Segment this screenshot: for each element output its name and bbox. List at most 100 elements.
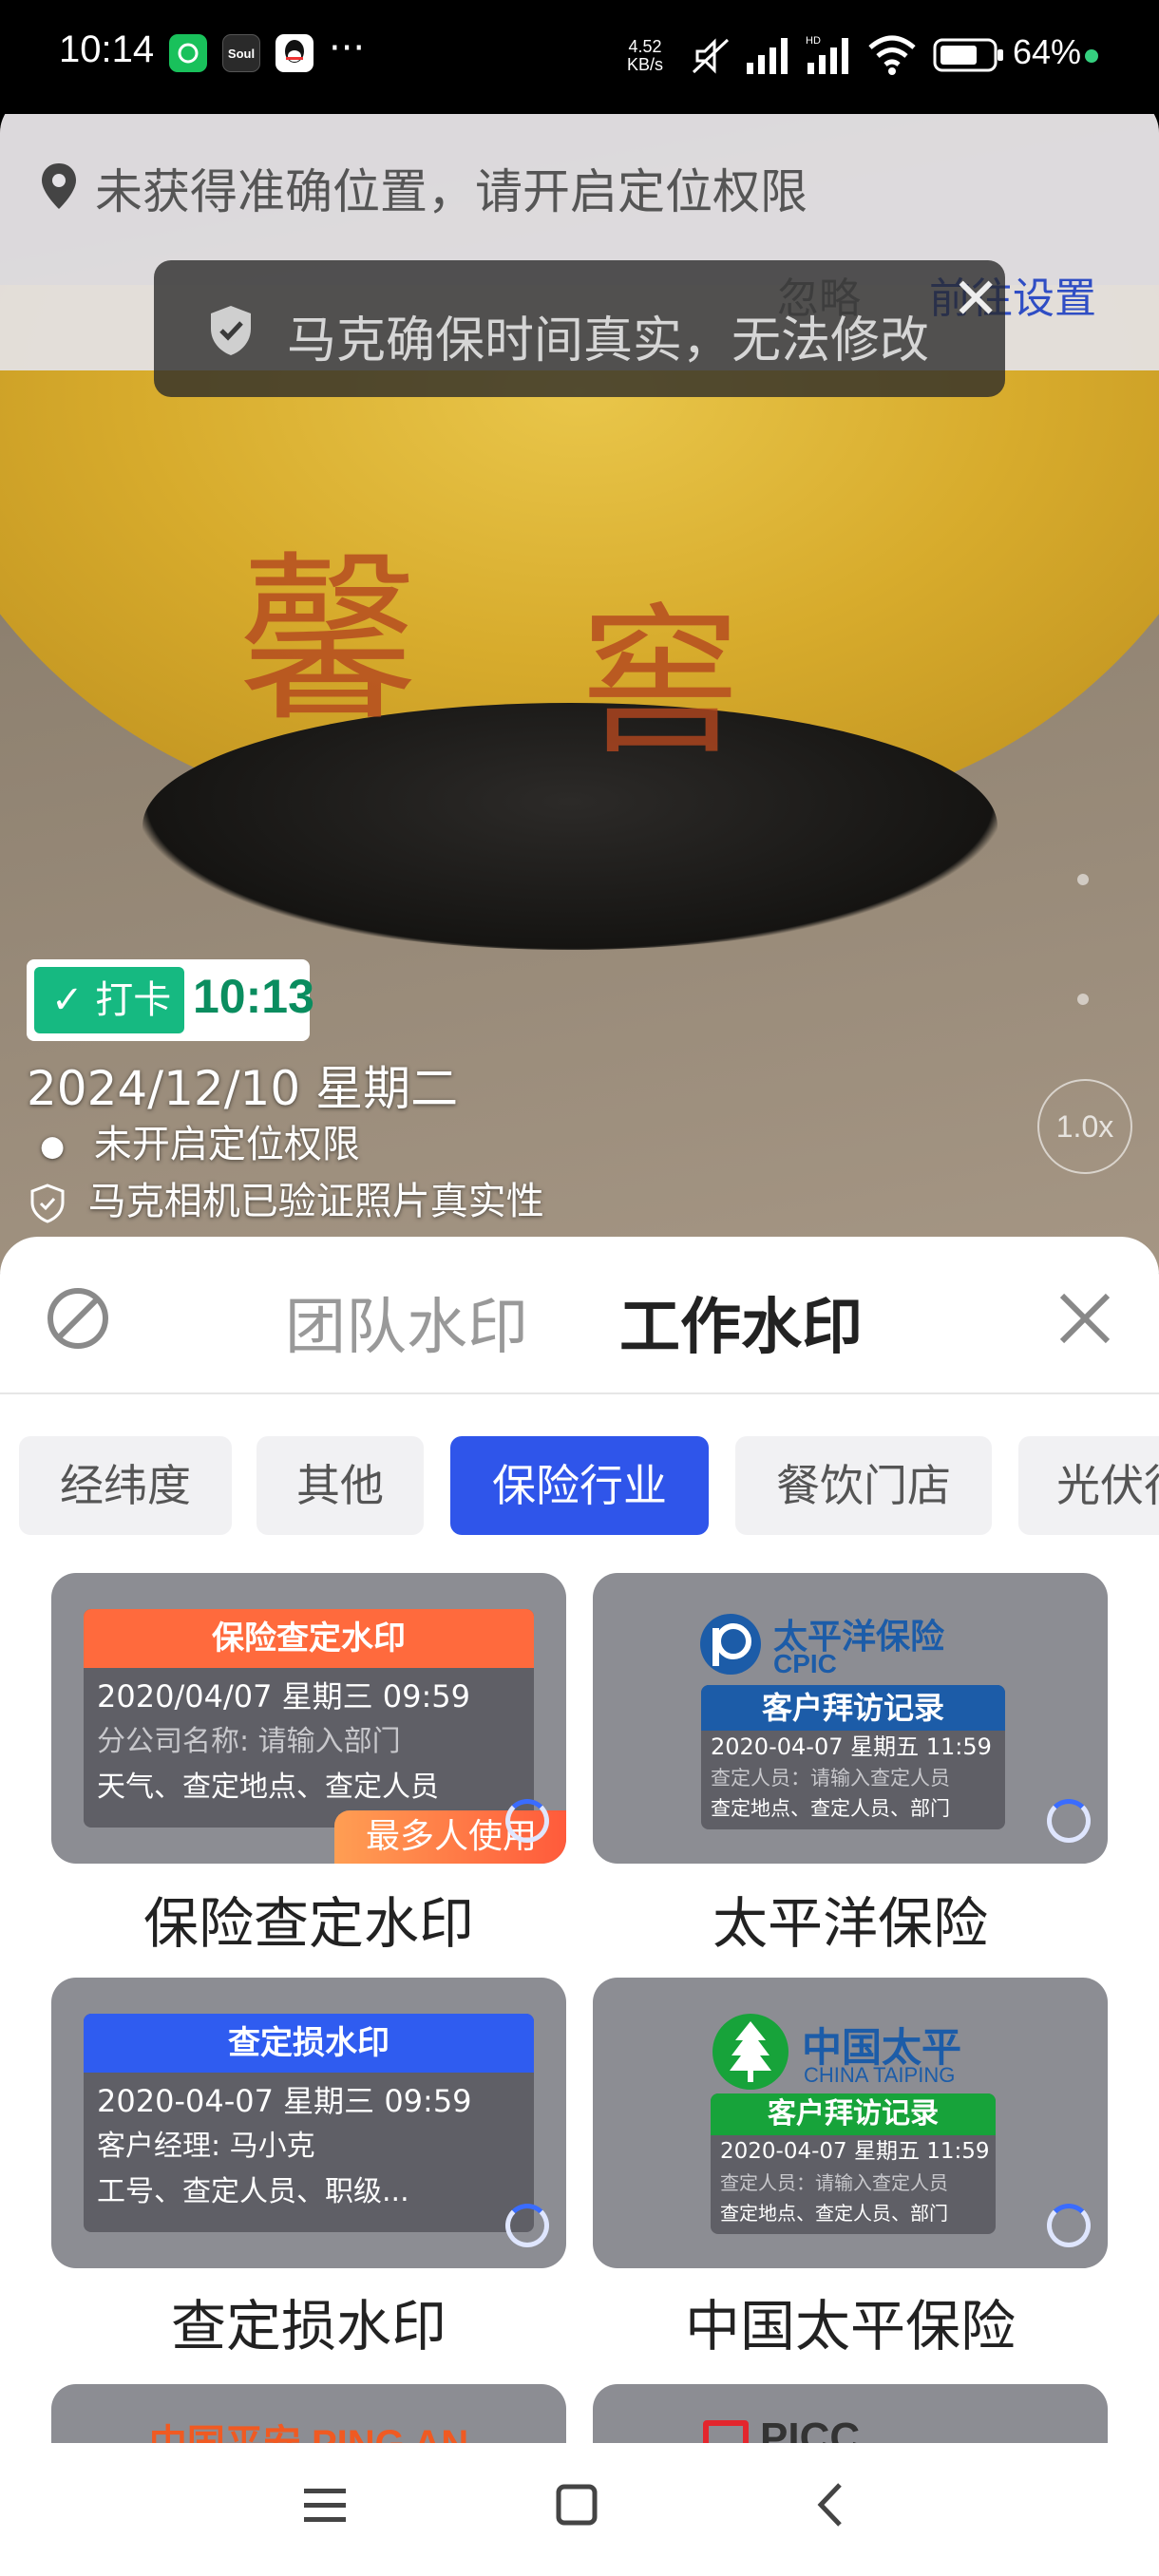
network-speed-unit: KB/s <box>627 55 664 74</box>
soul-app-icon: Soul <box>222 34 260 72</box>
template-row: 客户经理: 马小克 <box>97 2130 315 2163</box>
svg-text:HD: HD <box>806 35 821 47</box>
template-card-insurance-check[interactable]: 保险查定水印 2020/04/07 星期三 09:59 分公司名称: 请输入部门… <box>51 1573 566 1864</box>
template-preview: 客户拜访记录 2020-04-07 星期五 11:59 查定人员：请输入查定人员… <box>711 2093 996 2234</box>
template-row: 2020/04/07 星期三 09:59 <box>97 1678 471 1714</box>
template-preview: 保险查定水印 2020/04/07 星期三 09:59 分公司名称: 请输入部门… <box>84 1609 534 1828</box>
template-row: 查定人员：请输入查定人员 <box>720 2171 948 2194</box>
system-nav-bar <box>0 2443 1159 2576</box>
mute-icon <box>692 38 730 74</box>
battery-icon <box>933 38 1003 72</box>
template-preview: 查定损水印 2020-04-07 星期三 09:59 客户经理: 马小克 工号、… <box>84 2014 534 2232</box>
template-title[interactable]: 太平洋保险 <box>593 1879 1108 1959</box>
camera-app: 10:14 Soul ··· 4.52 KB/s HD 64% 馨 窖 未获得准… <box>0 0 1159 2576</box>
template-row: 查定人员：请输入查定人员 <box>711 1767 950 1790</box>
template-row: 分公司名称: 请输入部门 <box>97 1725 401 1758</box>
tab-work-watermark[interactable]: 工作水印 <box>619 1279 863 1366</box>
watermark-location-text: 未开启定位权限 <box>93 1123 360 1166</box>
template-header: 保险查定水印 <box>84 1609 534 1668</box>
loading-spinner-icon <box>505 1799 549 1843</box>
checkin-label: 打卡 <box>95 978 172 1022</box>
category-latlng[interactable]: 经纬度 <box>19 1436 232 1535</box>
ping-an-logo: 中国平安 PING AN <box>51 2413 566 2443</box>
tab-team-watermark[interactable]: 团队水印 <box>285 1279 528 1366</box>
template-row: 查定地点、查定人员、部门 <box>711 1797 950 1820</box>
checkmark-icon: ✓ <box>51 978 84 1022</box>
cpic-logo-icon <box>700 1614 761 1675</box>
wifi-icon <box>868 35 916 75</box>
home-icon[interactable] <box>555 2483 598 2527</box>
template-card-picc[interactable]: PICC <box>593 2384 1108 2443</box>
category-photovoltaic[interactable]: 光伏行 <box>1018 1436 1159 1535</box>
template-card-ping-an[interactable]: 中国平安 PING AN <box>51 2384 566 2443</box>
template-row: 查定地点、查定人员、部门 <box>720 2202 948 2225</box>
template-row: 2020-04-07 星期五 11:59 <box>720 2139 990 2164</box>
category-restaurant[interactable]: 餐饮门店 <box>735 1436 992 1535</box>
no-watermark-icon[interactable] <box>46 1286 110 1351</box>
time-lock-toast: 马克确保时间真实，无法修改 ✕ <box>154 260 1005 397</box>
template-title[interactable]: 中国太平保险 <box>593 2282 1108 2361</box>
loading-spinner-icon <box>1047 2204 1091 2247</box>
china-taiping-logo: 中国太平 CHINA TAIPING <box>711 2012 1015 2093</box>
watermark-date: 2024/12/10 星期二 <box>27 1061 459 1116</box>
category-other[interactable]: 其他 <box>256 1436 424 1535</box>
back-icon[interactable] <box>813 2481 846 2529</box>
network-speed: 4.52 KB/s <box>627 38 663 74</box>
template-row: 天气、查定地点、查定人员 <box>97 1771 439 1804</box>
picc-logo-icon <box>703 2420 749 2443</box>
zoom-button[interactable]: 1.0x <box>1037 1079 1132 1174</box>
template-card-damage-check[interactable]: 查定损水印 2020-04-07 星期三 09:59 客户经理: 马小克 工号、… <box>51 1978 566 2268</box>
category-insurance[interactable]: 保险行业 <box>450 1436 709 1535</box>
template-card-china-taiping[interactable]: 中国太平 CHINA TAIPING 客户拜访记录 2020-04-07 星期五… <box>593 1978 1108 2268</box>
toast-text: 马克确保时间真实，无法修改 <box>287 313 930 369</box>
cpic-logo: 太平洋保险 CPIC <box>697 1611 1001 1679</box>
indicator-dot <box>1077 994 1089 1005</box>
watermark-location-line: ● 未开启定位权限 <box>40 1113 360 1168</box>
template-row: 工号、查定人员、职级... <box>97 2175 409 2208</box>
template-header: 客户拜访记录 <box>711 2093 996 2135</box>
watermark-verified-line: 马克相机已验证照片真实性 <box>28 1170 544 1225</box>
loading-spinner-icon <box>505 2204 549 2247</box>
shield-check-icon <box>211 306 251 355</box>
china-taiping-tree-icon <box>712 2014 788 2090</box>
template-title[interactable]: 查定损水印 <box>51 2282 566 2361</box>
location-warning-text: 未获得准确位置，请开启定位权限 <box>95 164 808 219</box>
menu-icon[interactable] <box>302 2485 348 2527</box>
verified-shield-icon <box>30 1184 65 1223</box>
toast-close-icon[interactable]: ✕ <box>952 266 999 332</box>
signal-1-icon <box>747 38 788 74</box>
green-app-icon <box>169 34 207 72</box>
signal-2-hd-icon: HD <box>806 35 848 74</box>
close-icon[interactable] <box>1051 1284 1119 1353</box>
status-time: 10:14 <box>59 28 155 70</box>
location-pin-icon <box>42 163 76 209</box>
template-header: 客户拜访记录 <box>701 1685 1005 1731</box>
template-header: 查定损水印 <box>84 2014 534 2073</box>
loading-spinner-icon <box>1047 1799 1091 1843</box>
checkin-badge: ✓ 打卡 10:13 <box>27 959 314 1041</box>
template-preview: 客户拜访记录 2020-04-07 星期五 11:59 查定人员：请输入查定人员… <box>701 1685 1005 1829</box>
camera-preview[interactable]: 馨 窖 未获得准确位置，请开启定位权限 忽略 前往设置 马克确保时间真实，无法修… <box>0 95 1159 1273</box>
preview-glyph: 馨 <box>238 536 419 746</box>
checkin-label-box: ✓ 打卡 <box>34 967 184 1033</box>
privacy-indicator-dot <box>1085 49 1098 63</box>
battery-percent: 64% <box>1013 32 1082 71</box>
template-row: 2020-04-07 星期五 11:59 <box>711 1733 992 1760</box>
template-title[interactable]: 保险查定水印 <box>51 1879 566 1959</box>
template-card-cpic[interactable]: 太平洋保险 CPIC 客户拜访记录 2020-04-07 星期五 11:59 查… <box>593 1573 1108 1864</box>
sheet-header: 团队水印 工作水印 <box>0 1237 1159 1394</box>
network-speed-value: 4.52 <box>628 37 662 56</box>
indicator-dot <box>1077 874 1089 885</box>
bullet-icon: ● <box>40 1129 66 1164</box>
watermark-sheet: 团队水印 工作水印 经纬度 其他 保险行业 餐饮门店 光伏行 保险查定水印 20… <box>0 1237 1159 2443</box>
checkin-time: 10:13 <box>193 970 314 1023</box>
picc-logo-text: PICC <box>760 2415 861 2443</box>
status-bar: 10:14 Soul ··· 4.52 KB/s HD 64% <box>0 0 1159 114</box>
china-taiping-logo-en: CHINA TAIPING <box>804 2063 956 2087</box>
preview-glyph: 窖 <box>580 589 742 777</box>
template-row: 2020-04-07 星期三 09:59 <box>97 2083 472 2119</box>
qq-app-icon <box>276 34 314 72</box>
more-notifications-icon: ··· <box>329 27 366 70</box>
watermark-verified-text: 马克相机已验证照片真实性 <box>87 1180 544 1223</box>
cpic-logo-en: CPIC <box>773 1649 837 1678</box>
